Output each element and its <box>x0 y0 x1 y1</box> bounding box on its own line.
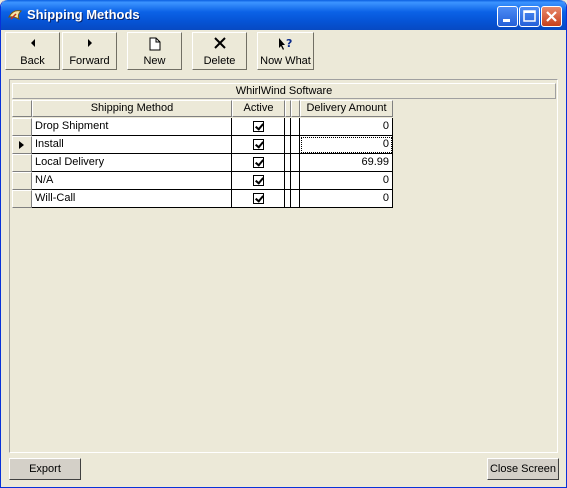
window-title: Shipping Methods <box>27 7 140 22</box>
delete-label: Delete <box>203 55 236 67</box>
back-button[interactable]: Back <box>5 32 60 70</box>
delete-x-icon <box>193 37 246 51</box>
title-bar[interactable]: Shipping Methods <box>1 0 566 30</box>
current-row-arrow-icon <box>19 141 24 149</box>
back-arrow-icon <box>6 37 59 51</box>
column-header-shipping-method[interactable]: Shipping Method <box>32 100 232 117</box>
forward-label: Forward <box>69 55 110 67</box>
svg-text:?: ? <box>286 37 292 50</box>
minimize-button[interactable] <box>497 6 518 27</box>
cell-delivery-amount-focused[interactable]: 0 <box>300 136 393 154</box>
cell-active[interactable] <box>232 118 285 136</box>
cell-hidden-2[interactable] <box>291 136 300 154</box>
back-label: Back <box>20 55 45 67</box>
cell-hidden-2[interactable] <box>291 190 300 208</box>
maximize-icon <box>523 10 536 22</box>
column-header-delivery-amount[interactable]: Delivery Amount <box>300 100 393 117</box>
cell-shipping-method[interactable]: Local Delivery <box>32 154 232 172</box>
cell-hidden-2[interactable] <box>291 172 300 190</box>
close-window-button[interactable] <box>541 6 562 27</box>
cell-hidden-2[interactable] <box>291 154 300 172</box>
active-checkbox[interactable] <box>252 175 264 186</box>
forward-arrow-icon <box>63 37 116 51</box>
cell-shipping-method[interactable]: N/A <box>32 172 232 190</box>
cell-delivery-amount[interactable]: 0 <box>300 172 393 190</box>
forward-button[interactable]: Forward <box>62 32 117 70</box>
grid-caption: WhirlWind Software <box>12 83 556 99</box>
close-icon <box>546 11 557 22</box>
cell-delivery-amount[interactable]: 0 <box>300 118 393 136</box>
cell-shipping-method[interactable]: Drop Shipment <box>32 118 232 136</box>
new-label: New <box>143 55 166 67</box>
maximize-button[interactable] <box>519 6 540 27</box>
cell-delivery-amount[interactable]: 69.99 <box>300 154 393 172</box>
row-selector[interactable] <box>12 190 32 208</box>
cell-shipping-method[interactable]: Install <box>32 136 232 154</box>
row-selector[interactable] <box>12 172 32 190</box>
new-button[interactable]: New <box>127 32 182 70</box>
column-header-active[interactable]: Active <box>232 100 285 117</box>
row-selector-header <box>12 100 32 117</box>
active-checkbox[interactable] <box>252 139 264 150</box>
new-document-icon <box>128 37 181 51</box>
delete-button[interactable]: Delete <box>192 32 247 70</box>
column-header-hidden-2[interactable] <box>291 100 300 117</box>
cell-shipping-method[interactable]: Will-Call <box>32 190 232 208</box>
now-what-label: Now What <box>260 55 311 67</box>
shipping-methods-grid: WhirlWind Software Shipping Method Activ… <box>9 79 558 453</box>
active-checkbox[interactable] <box>252 193 264 204</box>
cell-hidden-2[interactable] <box>291 118 300 136</box>
cell-delivery-amount[interactable]: 0 <box>300 190 393 208</box>
cell-active[interactable] <box>232 190 285 208</box>
close-screen-button[interactable]: Close Screen <box>487 458 559 480</box>
cell-active[interactable] <box>232 136 285 154</box>
toolbar: Back Forward New Delete ? Now What <box>5 32 565 70</box>
row-selector[interactable] <box>12 118 32 136</box>
cell-active[interactable] <box>232 154 285 172</box>
help-pointer-icon: ? <box>258 37 313 51</box>
row-selector-current[interactable] <box>12 136 32 154</box>
minimize-icon <box>503 19 510 22</box>
active-checkbox[interactable] <box>252 157 264 168</box>
app-icon <box>8 10 22 21</box>
active-checkbox[interactable] <box>252 121 264 132</box>
now-what-button[interactable]: ? Now What <box>257 32 314 70</box>
export-button[interactable]: Export <box>9 458 81 480</box>
row-selector[interactable] <box>12 154 32 172</box>
cell-active[interactable] <box>232 172 285 190</box>
shipping-methods-window: Shipping Methods Back Forward New Delete… <box>0 0 567 488</box>
